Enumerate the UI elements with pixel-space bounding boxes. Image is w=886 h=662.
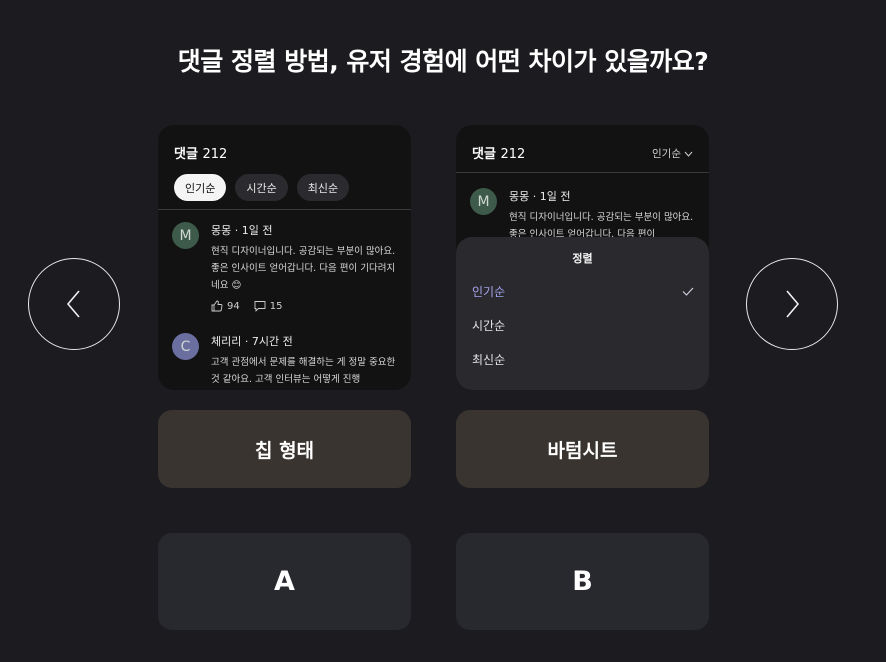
comment-text: 현직 디자이너입니다. 공감되는 부분이 많아요. 좋은 인사이트 얻어갑니다.… — [211, 246, 396, 291]
comment-meta: 몽몽 · 1일 전 — [509, 190, 571, 203]
comments-header-label: 댓글 — [472, 147, 496, 162]
sheet-option-time[interactable]: 시간순 — [472, 317, 694, 334]
sort-chips: 인기순 시간순 최신순 — [158, 162, 411, 201]
next-button[interactable] — [746, 258, 838, 350]
chevron-down-icon — [684, 151, 693, 157]
like-button[interactable]: 94 — [211, 300, 240, 312]
vote-a-button[interactable]: A — [158, 533, 411, 630]
comment-meta: 몽몽 · 1일 전 — [211, 224, 273, 237]
chevron-left-icon — [66, 290, 80, 318]
sheet-option-label: 인기순 — [472, 285, 506, 299]
like-count: 94 — [227, 300, 240, 312]
comments-header-label: 댓글 — [174, 147, 198, 162]
option-b-label: 바텀시트 — [456, 410, 709, 488]
mockup-bottom-sheet: 댓글 212 인기순 M 몽몽 · 1일 전 현직 디자이너입니다. 공감되는 … — [456, 125, 709, 390]
chip-latest[interactable]: 최신순 — [296, 174, 350, 201]
comments-header: 댓글 212 — [158, 125, 411, 162]
avatar: M — [172, 222, 199, 249]
sheet-option-label: 최신순 — [472, 353, 506, 367]
thumbs-up-icon — [211, 300, 223, 312]
sort-dropdown[interactable]: 인기순 — [652, 146, 693, 161]
comments-count: 212 — [202, 147, 228, 162]
divider — [456, 172, 709, 173]
reply-button[interactable]: 15 — [254, 300, 283, 312]
vote-b-button[interactable]: B — [456, 533, 709, 630]
sheet-option-label: 시간순 — [472, 319, 506, 333]
sort-current: 인기순 — [652, 148, 681, 160]
avatar: C — [172, 333, 199, 360]
sheet-option-latest[interactable]: 최신순 — [472, 351, 694, 368]
mockup-chip-sort: 댓글 212 인기순 시간순 최신순 M 몽몽 · 1일 전 현직 디자이너입니… — [158, 125, 411, 390]
prev-button[interactable] — [28, 258, 120, 350]
avatar: M — [470, 188, 497, 215]
reply-count: 15 — [269, 300, 283, 312]
chip-time[interactable]: 시간순 — [235, 174, 288, 201]
comment-text: 고객 관점에서 문제를 해결하는 게 정말 중요한 것 같아요. 고객 인터뷰는… — [211, 357, 396, 385]
bottom-sheet: 정렬 인기순 시간순 최신순 — [456, 237, 709, 390]
chip-popular[interactable]: 인기순 — [174, 174, 227, 201]
check-icon — [682, 287, 694, 296]
page-title: 댓글 정렬 방법, 유저 경험에 어떤 차이가 있을까요? — [177, 47, 709, 76]
comment-meta: 체리리 · 7시간 전 — [211, 335, 293, 348]
comments-count: 212 — [500, 147, 526, 162]
comment-icon — [254, 301, 266, 312]
chevron-right-icon — [786, 290, 800, 318]
option-a-label: 칩 형태 — [158, 410, 411, 488]
sheet-option-popular[interactable]: 인기순 — [472, 283, 694, 300]
sheet-title: 정렬 — [572, 252, 593, 265]
divider — [158, 209, 411, 210]
